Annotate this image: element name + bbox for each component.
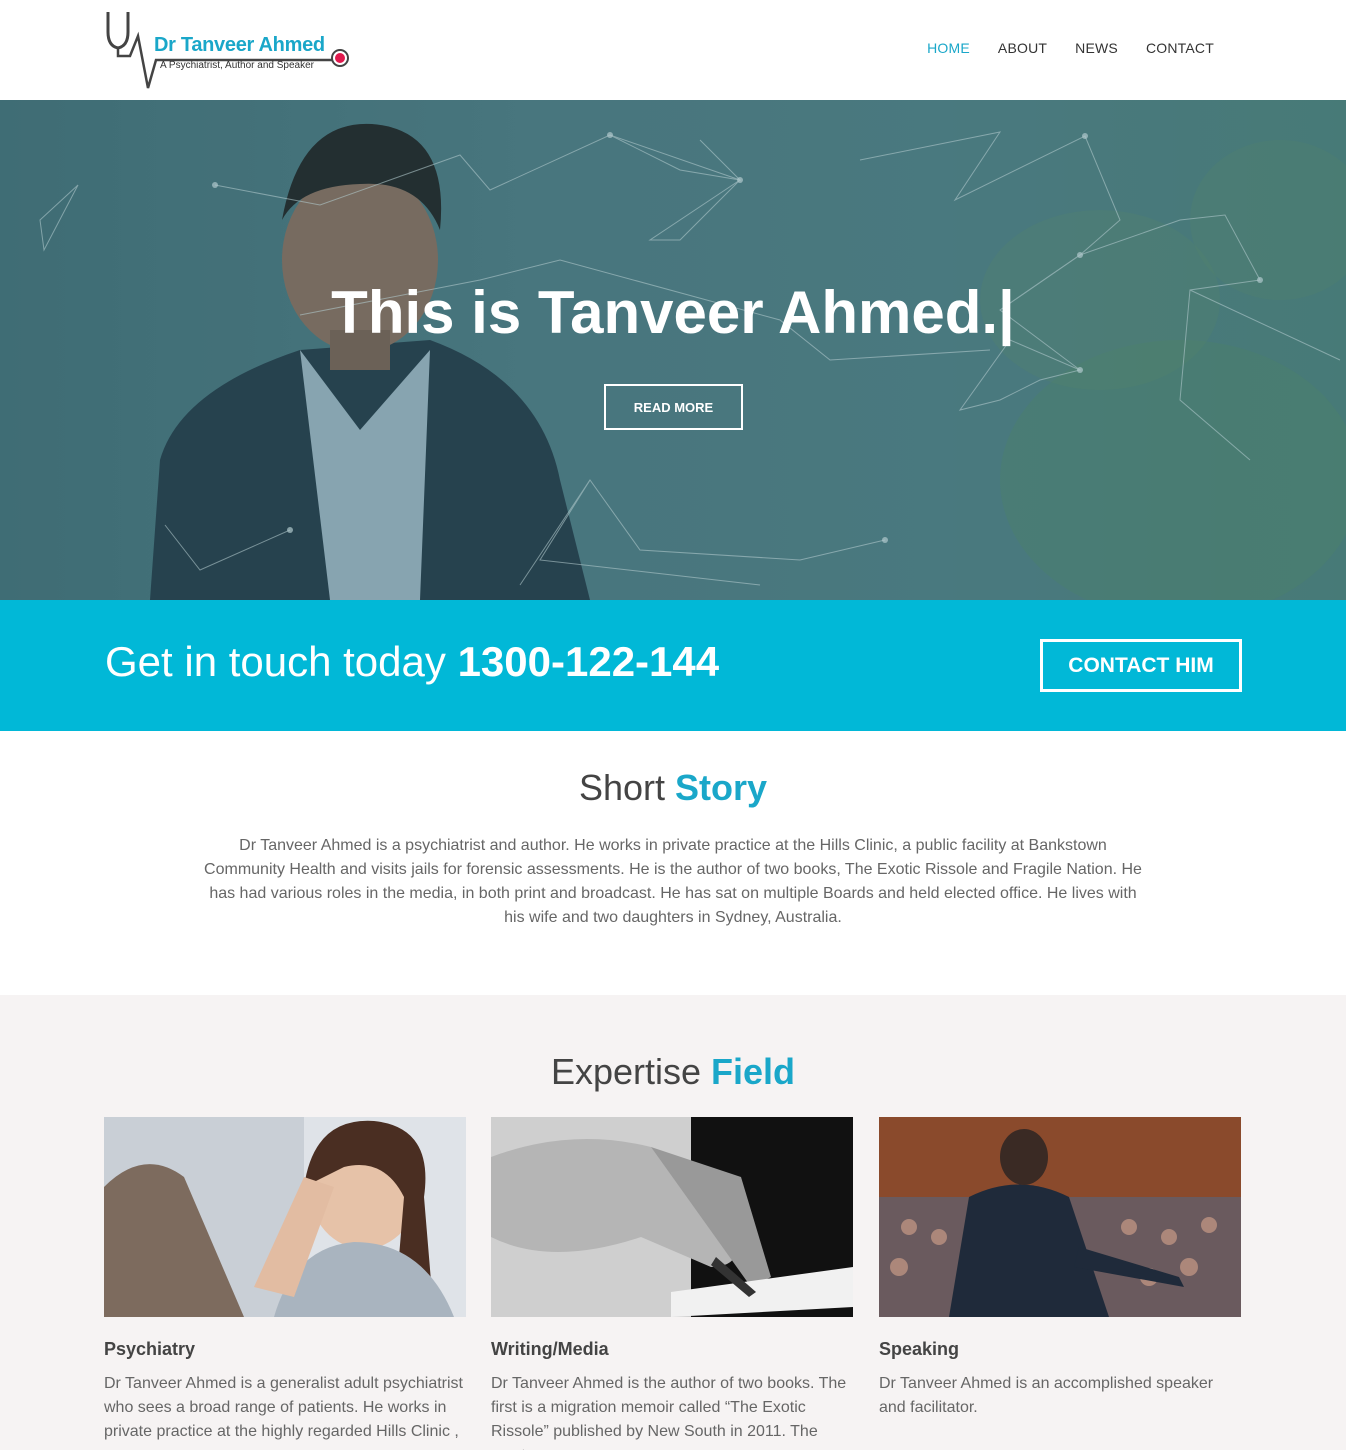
speaking-image[interactable] xyxy=(879,1117,1241,1317)
contact-band: Get in touch today 1300-122-144 CONTACT … xyxy=(0,600,1346,731)
psychiatry-image[interactable] xyxy=(104,1117,466,1317)
card-text: Dr Tanveer Ahmed is the author of two bo… xyxy=(491,1375,847,1450)
expertise-heading-plain: Expertise xyxy=(550,1051,702,1092)
nav-news[interactable]: NEWS xyxy=(1075,40,1118,56)
site-logo[interactable]: Dr Tanveer Ahmed A Psychiatrist, Author … xyxy=(104,8,354,92)
story-heading-accent: Story xyxy=(675,767,768,808)
story-paragraph: Dr Tanveer Ahmed is a psychiatrist and a… xyxy=(204,837,1142,926)
card-title: Writing/Media xyxy=(491,1339,609,1359)
nav-contact[interactable]: CONTACT xyxy=(1146,40,1214,56)
expertise-card-writing: Writing/Media Dr Tanveer Ahmed is the au… xyxy=(491,1117,853,1450)
card-title: Speaking xyxy=(879,1339,960,1359)
read-more-button[interactable]: READ MORE xyxy=(604,384,743,430)
hero-banner: This is Tanveer Ahmed.| READ MORE xyxy=(0,100,1346,600)
writing-image[interactable] xyxy=(491,1117,853,1317)
expertise-section: Expertise Field Psychiatry Dr Tanveer Ah… xyxy=(0,995,1346,1450)
card-text: Dr Tanveer Ahmed is a generalist adult p… xyxy=(104,1375,463,1440)
nav-about[interactable]: ABOUT xyxy=(998,40,1047,56)
story-heading-plain: Short xyxy=(578,767,665,808)
cta-text: Get in touch today 1300-122-144 xyxy=(105,638,719,686)
expertise-heading-accent: Field xyxy=(711,1051,796,1092)
main-nav: HOME ABOUT NEWS CONTACT xyxy=(927,40,1214,56)
logo-tagline: A Psychiatrist, Author and Speaker xyxy=(160,60,314,71)
site-header: Dr Tanveer Ahmed A Psychiatrist, Author … xyxy=(0,0,1346,100)
hero-title: This is Tanveer Ahmed.| xyxy=(331,279,1015,346)
card-text: Dr Tanveer Ahmed is an accomplished spea… xyxy=(879,1375,1214,1416)
phone-number[interactable]: 1300-122-144 xyxy=(458,638,720,685)
expertise-card-speaking: Speaking Dr Tanveer Ahmed is an accompli… xyxy=(879,1117,1241,1420)
contact-him-button[interactable]: CONTACT HIM xyxy=(1040,639,1242,692)
hero-background xyxy=(0,100,1346,600)
nav-home[interactable]: HOME xyxy=(927,40,970,56)
logo-name: Dr Tanveer Ahmed xyxy=(154,34,325,56)
story-heading: Short Story xyxy=(0,767,1346,809)
cta-lead: Get in touch today xyxy=(105,638,446,685)
short-story-section: Short Story Dr Tanveer Ahmed is a psychi… xyxy=(0,731,1346,995)
card-title: Psychiatry xyxy=(104,1339,196,1359)
expertise-heading: Expertise Field xyxy=(0,1051,1346,1093)
expertise-card-psychiatry: Psychiatry Dr Tanveer Ahmed is a general… xyxy=(104,1117,466,1444)
